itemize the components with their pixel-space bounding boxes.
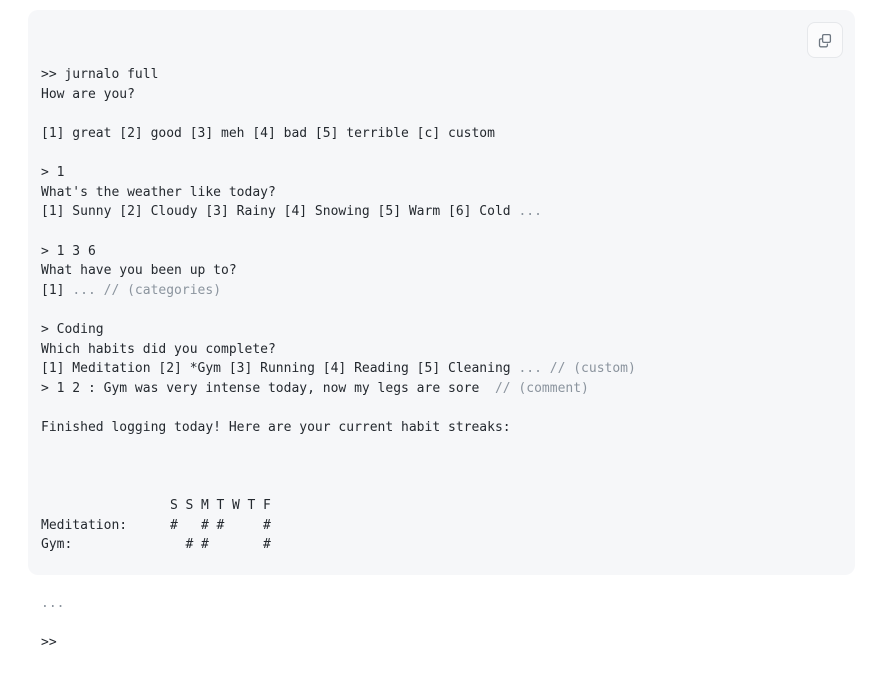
console-line-14: Which habits did you complete?	[41, 341, 276, 357]
console-line-17	[41, 398, 795, 418]
line-comment-text: ... // (categories)	[72, 282, 222, 298]
streak-habit-label-0: Meditation:	[41, 517, 128, 533]
line-main-text: > 1 2 : Gym was very intense today, now …	[41, 380, 495, 396]
line-main-text: [1] Sunny [2] Cloudy [3] Rainy [4] Snowi…	[41, 204, 519, 220]
streak-day-header-5: T	[247, 498, 256, 514]
streak-day-header-6: F	[263, 498, 271, 514]
streak-cell-0-4	[232, 516, 248, 536]
console-line-2	[41, 104, 795, 124]
streak-cell-1-4	[232, 535, 248, 555]
streak-habit-label-1: Gym:	[41, 537, 73, 553]
streak-header-spacer	[41, 496, 170, 516]
console-line-18: Finished logging today! Here are your cu…	[41, 419, 511, 435]
streak-cell-1-3	[217, 535, 233, 555]
streak-day-header-1: S	[185, 498, 194, 514]
console-line-9: > 1 3 6	[41, 243, 96, 259]
streak-cell-0-6: #	[263, 517, 271, 533]
streak-cell-0-3: #	[216, 517, 225, 533]
streak-day-header-3: T	[216, 498, 225, 514]
streak-row: Gym: # # #	[41, 535, 795, 555]
streak-cell-1-1: #	[185, 537, 194, 553]
console-line-12	[41, 300, 795, 320]
habit-streak-table: S S M T W T F Meditation: # # # # Gym: # # #	[41, 496, 795, 555]
streak-cell-0-1	[186, 516, 202, 536]
console-trailing-line-2: >>	[41, 635, 57, 651]
console-trailing-lines: ... >>	[41, 594, 795, 653]
line-main-text: [1]	[41, 282, 73, 298]
console-line-0: >> jurnalo full	[41, 67, 159, 83]
streak-cell-0-0: #	[170, 517, 178, 533]
console-line-list: >> jurnalo full How are you? [1] great [2…	[41, 65, 795, 457]
console-line-16: > 1 2 : Gym was very intense today, now …	[41, 379, 795, 399]
console-output: >> jurnalo full How are you? [1] great [2…	[41, 26, 795, 692]
terminal-output-panel: >> jurnalo full How are you? [1] great [2…	[28, 10, 855, 650]
streak-day-header-0: S	[170, 498, 178, 514]
line-comment-text: // (comment)	[494, 380, 589, 396]
console-trailing-line-1	[41, 614, 795, 634]
console-line-13: > Coding	[41, 321, 104, 337]
streak-cell-1-2: #	[201, 537, 209, 553]
console-line-10: What have you been up to?	[41, 263, 237, 279]
console-line-11: [1] ... // (categories)	[41, 281, 795, 301]
line-main-text: [1] Meditation [2] *Gym [3] Running [4] …	[41, 361, 519, 377]
streak-cell-1-5	[248, 535, 264, 555]
ellipsis-text: ...	[41, 596, 65, 612]
console-line-4	[41, 144, 795, 164]
streak-header-row: SSMTWTF	[41, 496, 795, 516]
console-line-3: [1] great [2] good [3] meh [4] bad [5] t…	[41, 125, 495, 141]
streak-cell-1-6: #	[263, 537, 271, 553]
console-line-1: How are you?	[41, 86, 135, 102]
copy-button[interactable]	[807, 22, 843, 58]
console-trailing-line-0: ...	[41, 594, 795, 614]
console-line-6: What's the weather like today?	[41, 184, 276, 200]
console-line-5: > 1	[41, 165, 65, 181]
streak-cell-1-0	[170, 535, 186, 555]
console-line-8	[41, 222, 795, 242]
console-line-7: [1] Sunny [2] Cloudy [3] Rainy [4] Snowi…	[41, 202, 795, 222]
console-line-19	[41, 437, 795, 457]
streak-day-header-4: W	[232, 498, 240, 514]
streak-cell-0-2: #	[201, 517, 209, 533]
copy-icon	[817, 32, 833, 48]
streak-cell-0-5	[248, 516, 264, 536]
line-comment-text: ... // (custom)	[518, 361, 636, 377]
line-comment-text: ...	[518, 204, 542, 220]
streak-day-header-2: M	[201, 498, 209, 514]
streak-row: Meditation: # # # #	[41, 516, 795, 536]
console-line-15: [1] Meditation [2] *Gym [3] Running [4] …	[41, 359, 795, 379]
